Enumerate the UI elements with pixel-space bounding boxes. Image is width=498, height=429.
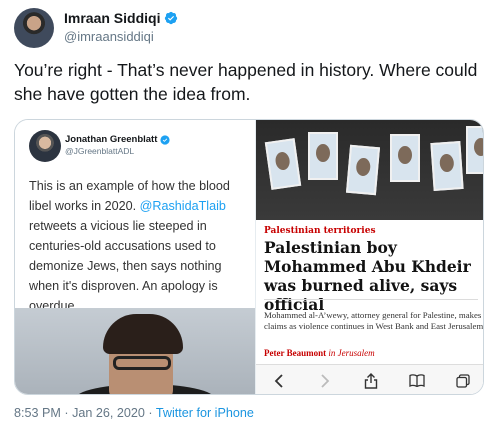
bookmarks-icon [407, 371, 427, 391]
source-link[interactable]: Twitter for iPhone [156, 406, 254, 420]
attached-image-card[interactable]: Jonathan Greenblatt @JGreenblattADL This… [14, 119, 484, 395]
timestamp[interactable]: 8:53 PM · Jan 26, 2020 · [14, 406, 156, 420]
photo-hair [103, 314, 183, 354]
share-icon [361, 371, 381, 391]
tweet-header: Imraan Siddiqi @imraansiddiqi [14, 8, 484, 48]
tweet-text: You’re right - That’s never happened in … [14, 60, 478, 104]
embedded-tweet-text: This is an example of how the blood libe… [29, 176, 249, 316]
news-photo [256, 120, 483, 220]
author-handle[interactable]: @imraansiddiqi [64, 29, 154, 44]
photo-poster [466, 126, 483, 174]
verified-badge-icon [165, 11, 178, 25]
byline-location: in Jerusalem [328, 348, 375, 358]
chevron-right-icon [315, 371, 335, 391]
embedded-photo [15, 308, 255, 394]
author-name-row: Imraan Siddiqi [64, 10, 178, 26]
avatar[interactable] [14, 8, 54, 48]
embedded-avatar [29, 130, 61, 162]
embedded-mention: @RashidaTlaib [139, 199, 226, 213]
tabs-icon [453, 371, 473, 391]
browser-toolbar [256, 364, 483, 394]
photo-poster [345, 144, 381, 196]
divider [264, 299, 478, 300]
photo-poster [390, 134, 420, 182]
embedded-tweet-screenshot: Jonathan Greenblatt @JGreenblattADL This… [15, 120, 255, 394]
news-byline: Peter Beaumont in Jerusalem [264, 348, 375, 358]
tweet-meta: 8:53 PM · Jan 26, 2020 · Twitter for iPh… [14, 406, 254, 420]
photo-glasses [113, 356, 171, 370]
byline-author: Peter Beaumont [264, 348, 327, 358]
embedded-name-row: Jonathan Greenblatt [65, 134, 170, 145]
embedded-display-name: Jonathan Greenblatt [65, 134, 158, 145]
news-standfirst: Mohammed al-A’wewy, attorney general for… [264, 310, 484, 331]
embedded-handle: @JGreenblattADL [65, 146, 135, 156]
embedded-text-after: retweets a vicious lie steeped in centur… [29, 219, 222, 313]
verified-badge-icon [160, 134, 170, 145]
photo-poster [308, 132, 338, 180]
news-category: Palestinian territories [264, 226, 376, 236]
author-display-name[interactable]: Imraan Siddiqi [64, 10, 160, 26]
photo-poster [264, 138, 302, 190]
chevron-left-icon [269, 371, 289, 391]
news-article-screenshot: Palestinian territories Palestinian boy … [255, 120, 484, 394]
photo-poster [430, 141, 464, 191]
news-headline: Palestinian boy Mohammed Abu Khdeir was … [264, 238, 471, 314]
